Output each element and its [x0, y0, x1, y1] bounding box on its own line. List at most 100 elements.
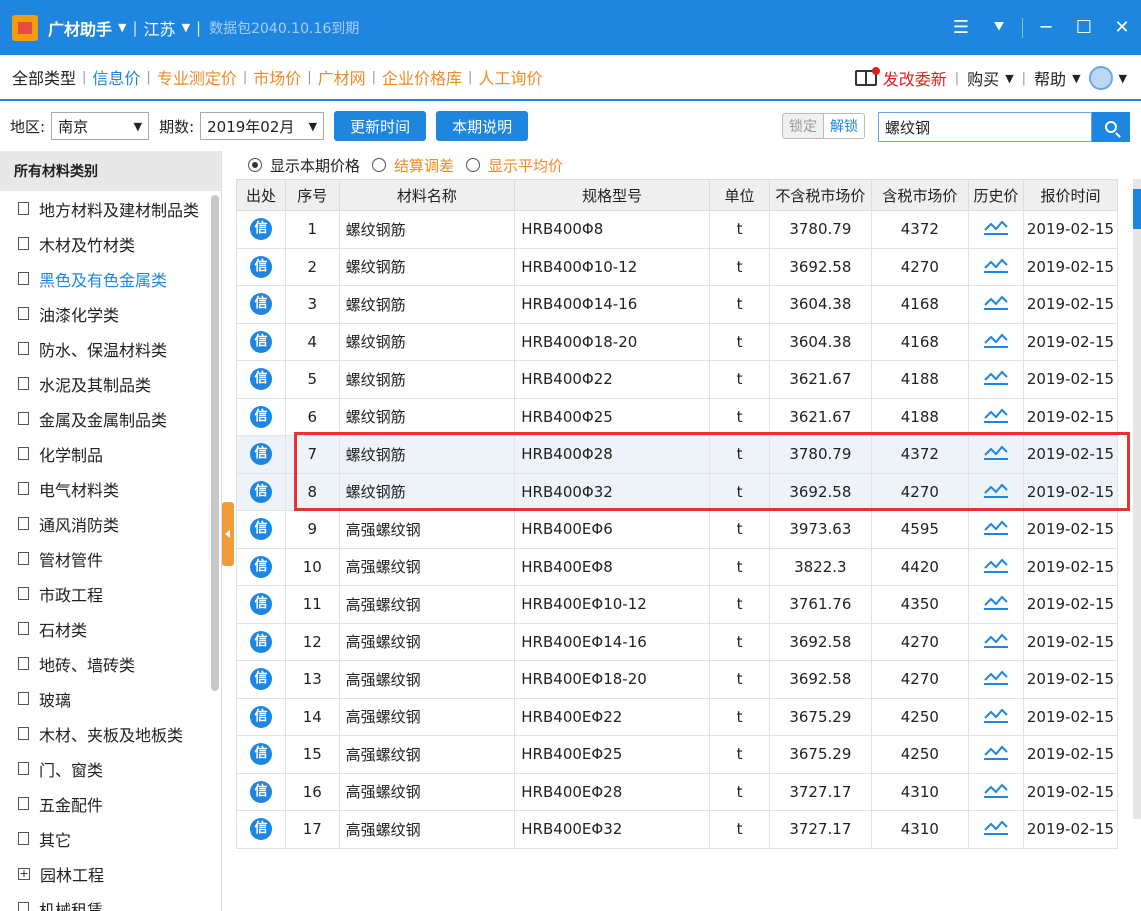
buy-menu[interactable]: 购买 [967, 66, 999, 90]
table-row[interactable]: 信 5 螺纹钢筋 HRB400Φ22 t 3621.67 4188 2019-02-15 [236, 360, 1119, 399]
type-tab[interactable]: 专业测定价 [157, 65, 237, 89]
table-row[interactable]: 信 9 高强螺纹钢 HRB400EΦ6 t 3973.63 4595 2019-02-15 [236, 510, 1119, 549]
sidebar-collapse-handle[interactable] [222, 502, 234, 566]
close-icon[interactable]: ✕ [1103, 0, 1141, 55]
info-source-badge[interactable]: 信 [249, 630, 272, 653]
buy-caret-icon[interactable]: ▼ [1005, 72, 1013, 85]
column-header[interactable]: 含税市场价 [870, 179, 970, 211]
table-row[interactable]: 信 6 螺纹钢筋 HRB400Φ25 t 3621.67 4188 2019-02-15 [236, 397, 1119, 436]
download-icon[interactable]: ⯆ [980, 0, 1018, 55]
app-menu-caret-icon[interactable]: ▼ [118, 21, 126, 34]
table-row[interactable]: 信 4 螺纹钢筋 HRB400Φ18-20 t 3604.38 4168 2019-02-15 [236, 322, 1119, 361]
table-row[interactable]: 信 11 高强螺纹钢 HRB400EΦ10-12 t 3761.76 4350 2019-02… [236, 585, 1119, 624]
minimize-icon[interactable]: ─ [1027, 0, 1065, 55]
table-row[interactable]: 信 12 高强螺纹钢 HRB400EΦ14-16 t 3692.58 4270 2019-02… [236, 622, 1119, 661]
column-header[interactable]: 不含税市场价 [769, 179, 872, 211]
info-source-badge[interactable]: 信 [249, 780, 272, 803]
table-row[interactable]: 信 3 螺纹钢筋 HRB400Φ14-16 t 3604.38 4168 2019-02-15 [236, 285, 1119, 324]
type-tab[interactable]: 市场价 [253, 65, 301, 89]
trend-chart-icon[interactable] [984, 407, 1009, 423]
info-source-badge[interactable]: 信 [249, 255, 272, 278]
help-menu[interactable]: 帮助 [1034, 66, 1066, 90]
sidebar-category-item[interactable]: 木材、夹板及地板类 [0, 716, 221, 751]
info-source-badge[interactable]: 信 [249, 480, 272, 503]
user-caret-icon[interactable]: ▼ [1119, 72, 1127, 85]
info-source-badge[interactable]: 信 [249, 668, 272, 691]
type-tab[interactable]: 人工询价 [478, 65, 542, 89]
column-header[interactable]: 序号 [284, 179, 340, 211]
table-row[interactable]: 信 10 高强螺纹钢 HRB400EΦ8 t 3822.3 4420 2019-02-15 [236, 547, 1119, 586]
type-tab[interactable]: 广材网 [318, 65, 366, 89]
info-source-badge[interactable]: 信 [249, 218, 272, 241]
sidebar-category-item[interactable]: 其它 [0, 821, 221, 856]
type-tab[interactable]: 信息价 [92, 65, 140, 89]
trend-chart-icon[interactable] [984, 819, 1009, 836]
info-source-badge[interactable]: 信 [249, 818, 272, 841]
trend-chart-icon[interactable] [984, 332, 1009, 348]
period-description-button[interactable]: 本期说明 [436, 111, 529, 141]
show-current-price-radio[interactable] [248, 158, 262, 172]
column-header[interactable]: 报价时间 [1022, 179, 1119, 211]
trend-chart-icon[interactable] [984, 294, 1009, 311]
trend-chart-icon[interactable] [984, 707, 1009, 723]
sidebar-category-item[interactable]: 黑色及有色金属类 [0, 261, 221, 296]
column-header[interactable]: 规格型号 [514, 179, 710, 211]
sidebar-category-item[interactable]: 管材管件 [0, 541, 221, 576]
table-row[interactable]: 信 2 螺纹钢筋 HRB400Φ10-12 t 3692.58 4270 2019-02-15 [236, 247, 1119, 286]
notice-link[interactable]: 发改委新 [854, 66, 947, 90]
info-source-badge[interactable]: 信 [249, 743, 272, 766]
update-time-button[interactable]: 更新时间 [334, 111, 427, 141]
trend-chart-icon[interactable] [984, 219, 1009, 236]
table-row[interactable]: 信 13 高强螺纹钢 HRB400EΦ18-20 t 3692.58 4270 2019-02… [236, 660, 1119, 699]
sidebar-category-item[interactable]: 防水、保温材料类 [0, 331, 221, 366]
info-source-badge[interactable]: 信 [249, 705, 272, 728]
column-header[interactable]: 单位 [708, 179, 771, 211]
sidebar-category-item[interactable]: 玻璃 [0, 681, 221, 716]
column-header[interactable]: 出处 [236, 179, 286, 211]
trend-chart-icon[interactable] [984, 519, 1009, 536]
sidebar-category-item[interactable]: 机械租赁 [0, 891, 221, 911]
sidebar-scrollbar[interactable] [211, 195, 219, 691]
sidebar-category-item[interactable]: 门、窗类 [0, 751, 221, 786]
unlock-button[interactable]: 解锁 [824, 114, 864, 138]
trend-chart-icon[interactable] [984, 782, 1009, 798]
settlement-adjust-radio[interactable] [372, 158, 387, 172]
search-input[interactable]: 螺纹钢 [878, 112, 1092, 142]
info-source-badge[interactable]: 信 [249, 443, 272, 466]
trend-chart-icon[interactable] [984, 632, 1009, 648]
trend-chart-icon[interactable] [984, 257, 1009, 273]
sidebar-category-item[interactable]: 木材及竹材类 [0, 226, 221, 261]
table-row[interactable]: 信 15 高强螺纹钢 HRB400EΦ25 t 3675.29 4250 2019-02-15 [236, 735, 1119, 774]
show-average-price-radio[interactable] [466, 158, 481, 172]
table-scrollbar-thumb[interactable] [1133, 189, 1141, 229]
info-source-badge[interactable]: 信 [249, 518, 272, 541]
trend-chart-icon[interactable] [984, 669, 1009, 686]
region-select[interactable]: 南京 ▼ [51, 112, 150, 140]
sidebar-category-item[interactable]: + 园林工程 [0, 856, 221, 891]
maximize-icon[interactable]: ☐ [1065, 0, 1103, 55]
column-header[interactable]: 历史价 [968, 179, 1024, 211]
info-source-badge[interactable]: 信 [249, 593, 272, 616]
table-row[interactable]: 信 16 高强螺纹钢 HRB400EΦ28 t 3727.17 4310 2019-02-15 [236, 772, 1119, 811]
sidebar-category-item[interactable]: 化学制品 [0, 436, 221, 471]
table-row[interactable]: 信 1 螺纹钢筋 HRB400Φ8 t 3780.79 4372 2019-02-15 [236, 210, 1119, 249]
column-header[interactable]: 材料名称 [338, 179, 516, 211]
sidebar-category-item[interactable]: 石材类 [0, 611, 221, 646]
lock-button[interactable]: 锁定 [783, 114, 824, 138]
info-source-badge[interactable]: 信 [249, 368, 272, 391]
info-source-badge[interactable]: 信 [249, 330, 272, 353]
type-tab[interactable]: 企业价格库 [382, 65, 462, 89]
trend-chart-icon[interactable] [984, 369, 1009, 386]
info-source-badge[interactable]: 信 [249, 555, 272, 578]
sidebar-category-item[interactable]: 地砖、墙砖类 [0, 646, 221, 681]
region-caret-icon[interactable]: ▼ [182, 21, 190, 34]
sidebar-category-item[interactable]: 市政工程 [0, 576, 221, 611]
search-button[interactable] [1092, 112, 1130, 142]
sidebar-category-item[interactable]: 水泥及其制品类 [0, 366, 221, 401]
table-row[interactable]: 信 17 高强螺纹钢 HRB400EΦ32 t 3727.17 4310 2019-02-15 [236, 810, 1119, 849]
sidebar-category-item[interactable]: 金属及金属制品类 [0, 401, 221, 436]
sidebar-category-item[interactable]: 电气材料类 [0, 471, 221, 506]
settings-icon[interactable]: ☰ [942, 0, 980, 55]
trend-chart-icon[interactable] [984, 744, 1009, 761]
user-avatar-icon[interactable] [1088, 66, 1113, 90]
